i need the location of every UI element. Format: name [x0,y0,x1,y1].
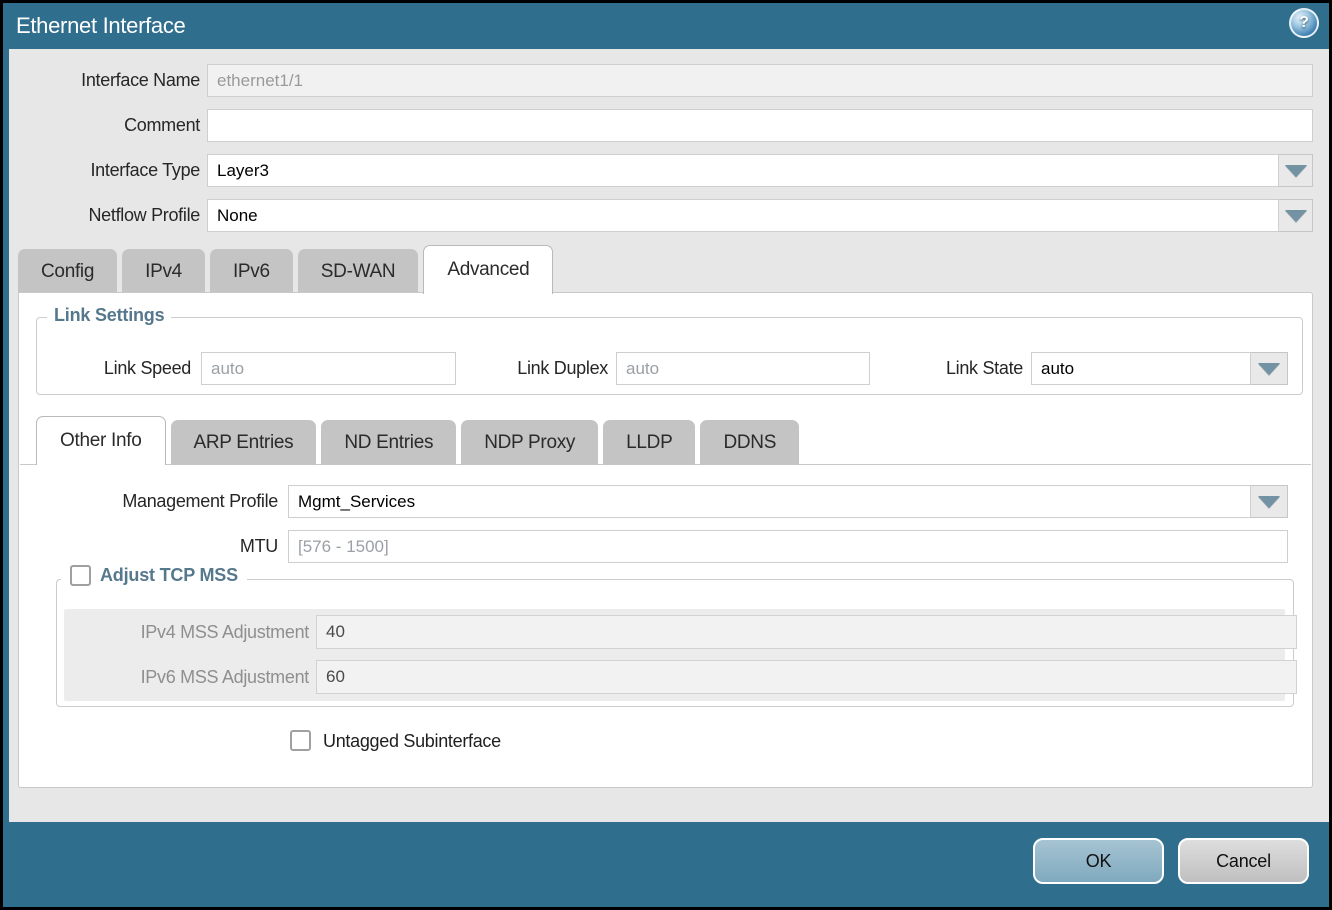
untagged-subinterface-label: Untagged Subinterface [323,730,501,752]
netflow-profile-dropdown[interactable]: None [207,199,1313,232]
link-state-value[interactable]: auto [1031,352,1251,385]
adjust-tcp-mss-legend: Adjust TCP MSS [61,565,247,586]
help-button[interactable]: ? [1289,8,1319,38]
advanced-tab-panel: Link Settings Link Speed Link Duplex Lin… [18,292,1313,788]
ok-button[interactable]: OK [1033,838,1164,884]
tab-ipv4[interactable]: IPv4 [122,249,205,294]
tab-nd-entries[interactable]: ND Entries [321,420,456,465]
link-state-label: Link State [853,352,1023,385]
chevron-down-icon [1285,165,1307,177]
tab-config[interactable]: Config [18,249,117,294]
dialog-frame: Ethernet Interface ? Interface Name Comm… [3,3,1329,907]
ethernet-interface-dialog: Ethernet Interface ? Interface Name Comm… [0,0,1332,910]
comment-label: Comment [9,109,200,142]
chevron-down-icon [1258,363,1280,375]
adjust-tcp-mss-fieldset: Adjust TCP MSS IPv4 MSS Adjustment IPv6 … [56,579,1294,707]
link-speed-label: Link Speed [19,352,191,385]
management-profile-label: Management Profile [19,485,278,518]
mtu-input[interactable] [288,530,1288,563]
netflow-profile-dropdown-button[interactable] [1279,199,1313,232]
management-profile-dropdown-button[interactable] [1251,485,1288,518]
main-tab-bar: Config IPv4 IPv6 SD-WAN Advanced [18,245,553,294]
tab-ndp-proxy[interactable]: NDP Proxy [461,420,598,465]
question-mark-icon: ? [1299,14,1309,32]
interface-type-dropdown-button[interactable] [1279,154,1313,187]
sub-tab-bar: Other Info ARP Entries ND Entries NDP Pr… [36,416,799,465]
comment-input[interactable] [207,109,1313,142]
link-speed-input[interactable] [201,352,456,385]
interface-type-label: Interface Type [9,154,200,187]
management-profile-value[interactable]: Mgmt_Services [288,485,1251,518]
tab-ddns[interactable]: DDNS [700,420,799,465]
tab-lldp[interactable]: LLDP [603,420,695,465]
link-duplex-input[interactable] [616,352,870,385]
mtu-label: MTU [19,530,278,563]
link-state-dropdown-button[interactable] [1251,352,1288,385]
link-duplex-label: Link Duplex [436,352,608,385]
adjust-tcp-mss-checkbox[interactable] [70,565,91,586]
cancel-button[interactable]: Cancel [1178,838,1309,884]
chevron-down-icon [1285,210,1307,222]
interface-type-value[interactable]: Layer3 [207,154,1279,187]
ipv6-mss-label: IPv6 MSS Adjustment [57,660,309,694]
tab-advanced[interactable]: Advanced [423,245,553,294]
dialog-body: Interface Name Comment Interface Type La… [9,49,1329,822]
ipv4-mss-input [316,615,1297,649]
link-state-dropdown[interactable]: auto [1031,352,1288,385]
ipv6-mss-input [316,660,1297,694]
interface-name-input [207,64,1313,97]
interface-type-dropdown[interactable]: Layer3 [207,154,1313,187]
dialog-title: Ethernet Interface [3,13,185,39]
ipv4-mss-label: IPv4 MSS Adjustment [57,615,309,649]
chevron-down-icon [1258,496,1280,508]
netflow-profile-value[interactable]: None [207,199,1279,232]
tab-ipv6[interactable]: IPv6 [210,249,293,294]
netflow-profile-label: Netflow Profile [9,199,200,232]
tab-sdwan[interactable]: SD-WAN [298,249,419,294]
link-settings-legend: Link Settings [47,305,171,326]
management-profile-dropdown[interactable]: Mgmt_Services [288,485,1288,518]
tab-other-info[interactable]: Other Info [36,416,166,465]
adjust-tcp-mss-legend-text: Adjust TCP MSS [100,565,238,586]
untagged-subinterface-checkbox[interactable] [290,730,311,751]
interface-name-label: Interface Name [9,64,200,97]
tab-arp-entries[interactable]: ARP Entries [171,420,317,465]
title-bar: Ethernet Interface ? [3,3,1329,49]
